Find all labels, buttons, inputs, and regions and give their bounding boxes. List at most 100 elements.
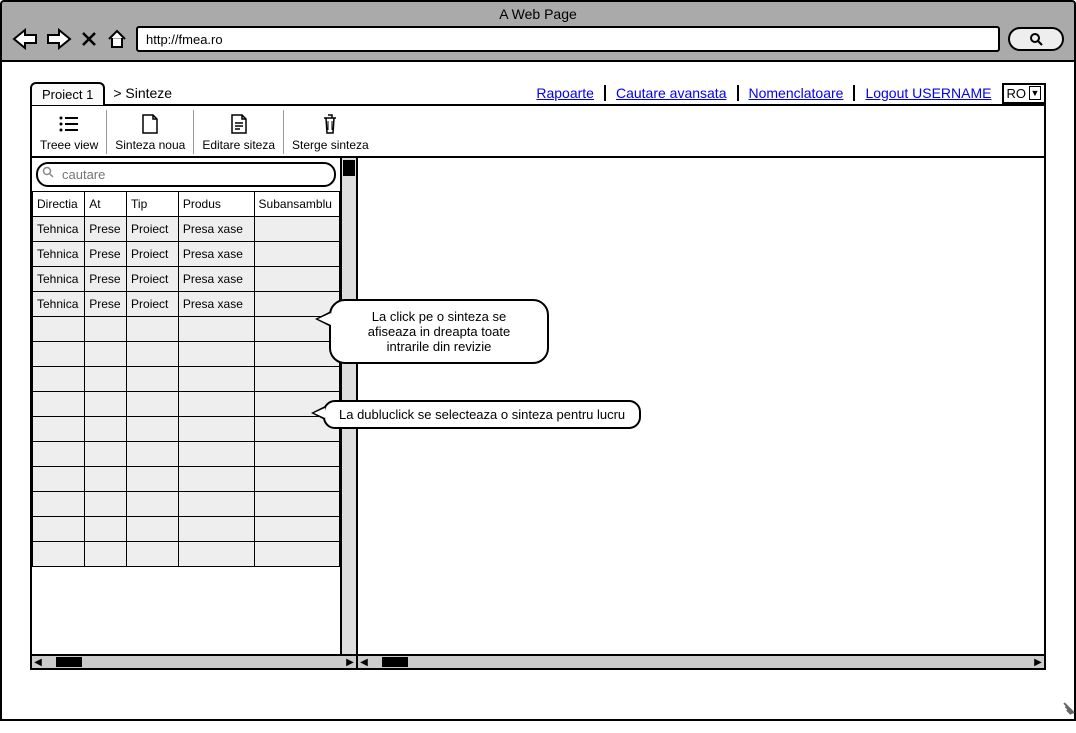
col-directia[interactable]: Directia: [33, 192, 85, 217]
cell-at: Prese: [85, 242, 127, 267]
browser-search-button[interactable]: [1008, 27, 1064, 51]
scroll-thumb[interactable]: [343, 160, 355, 176]
table-row-empty[interactable]: [33, 417, 340, 442]
cell-empty: [127, 392, 179, 417]
chevron-down-icon: ▼: [1029, 86, 1041, 100]
cell-empty: [178, 392, 254, 417]
file-edit-icon: [230, 112, 248, 136]
url-bar[interactable]: [136, 26, 1000, 52]
cell-empty: [127, 367, 179, 392]
cell-empty: [33, 542, 85, 567]
scroll-thumb[interactable]: [382, 657, 408, 667]
cell-empty: [178, 492, 254, 517]
cell-empty: [127, 467, 179, 492]
cell-empty: [254, 492, 339, 517]
cell-subansamblu: [254, 267, 339, 292]
col-produs[interactable]: Produs: [178, 192, 254, 217]
table-row[interactable]: TehnicaPreseProiectPresa xase: [33, 242, 340, 267]
table-row-empty[interactable]: [33, 317, 340, 342]
horizontal-scrollbar-right[interactable]: ◀ ▶: [358, 654, 1044, 668]
scroll-left-icon: ◀: [32, 657, 44, 668]
cell-empty: [178, 417, 254, 442]
cell-empty: [85, 467, 127, 492]
table-row[interactable]: TehnicaPreseProiectPresa xase: [33, 267, 340, 292]
cell-subansamblu: [254, 242, 339, 267]
col-at[interactable]: At: [85, 192, 127, 217]
separator: [604, 85, 606, 101]
table-row-empty[interactable]: [33, 342, 340, 367]
cell-empty: [33, 492, 85, 517]
table-row-empty[interactable]: [33, 392, 340, 417]
stop-button[interactable]: [80, 30, 98, 48]
toolbar: Treee view Sinteza noua Editare siteza S…: [32, 106, 1044, 158]
language-value: RO: [1007, 86, 1027, 101]
cell-directia: Tehnica: [33, 217, 85, 242]
table-header-row: Directia At Tip Produs Subansamblu: [33, 192, 340, 217]
main-panel: Treee view Sinteza noua Editare siteza S…: [30, 104, 1046, 670]
link-logout[interactable]: Logout USERNAME: [865, 85, 991, 101]
cell-empty: [85, 417, 127, 442]
editare-sinteza-button[interactable]: Editare siteza: [194, 110, 284, 154]
cell-produs: Presa xase: [178, 242, 254, 267]
resize-grip-icon: [1056, 701, 1070, 715]
cell-empty: [85, 517, 127, 542]
cell-at: Prese: [85, 217, 127, 242]
table-row-empty[interactable]: [33, 442, 340, 467]
cell-empty: [85, 392, 127, 417]
sterge-sinteza-button[interactable]: Sterge sinteza: [284, 110, 377, 154]
col-tip[interactable]: Tip: [127, 192, 179, 217]
language-select[interactable]: RO ▼: [1002, 83, 1047, 104]
cell-empty: [178, 542, 254, 567]
link-nomenclatoare[interactable]: Nomenclatoare: [749, 85, 844, 101]
cell-empty: [85, 342, 127, 367]
cell-empty: [127, 442, 179, 467]
table-row-empty[interactable]: [33, 467, 340, 492]
cell-empty: [254, 517, 339, 542]
cell-empty: [127, 542, 179, 567]
tree-view-button[interactable]: Treee view: [32, 110, 107, 154]
scroll-thumb[interactable]: [56, 657, 82, 667]
list-icon: [58, 112, 80, 136]
cell-empty: [127, 317, 179, 342]
cell-empty: [127, 342, 179, 367]
table-row-empty[interactable]: [33, 542, 340, 567]
breadcrumb: > Sinteze: [113, 85, 172, 101]
cell-at: Prese: [85, 267, 127, 292]
cell-empty: [33, 317, 85, 342]
cell-subansamblu: [254, 217, 339, 242]
cell-empty: [254, 467, 339, 492]
tab-project[interactable]: Proiect 1: [30, 82, 105, 105]
table-row-empty[interactable]: [33, 517, 340, 542]
table-row-empty[interactable]: [33, 367, 340, 392]
home-button[interactable]: [106, 28, 128, 50]
cell-empty: [254, 442, 339, 467]
callout-click-text: La click pe o sinteza se afiseaza in dre…: [368, 309, 510, 354]
cell-empty: [85, 442, 127, 467]
cell-empty: [85, 542, 127, 567]
col-subansamblu[interactable]: Subansamblu: [254, 192, 339, 217]
cell-at: Prese: [85, 292, 127, 317]
link-rapoarte[interactable]: Rapoarte: [536, 85, 594, 101]
table-body: TehnicaPreseProiectPresa xaseTehnicaPres…: [33, 217, 340, 567]
horizontal-scrollbar-left[interactable]: ◀ ▶: [32, 654, 356, 668]
search-input[interactable]: [36, 162, 336, 187]
cell-empty: [178, 367, 254, 392]
cell-tip: Proiect: [127, 242, 179, 267]
page-title: A Web Page: [2, 2, 1074, 26]
top-nav: Proiect 1 > Sinteze Rapoarte Cautare ava…: [30, 80, 1046, 106]
page-body: Proiect 1 > Sinteze Rapoarte Cautare ava…: [0, 62, 1076, 721]
table-row[interactable]: TehnicaPreseProiectPresa xase: [33, 292, 340, 317]
table-row-empty[interactable]: [33, 492, 340, 517]
sinteza-noua-label: Sinteza noua: [115, 138, 185, 152]
table-row[interactable]: TehnicaPreseProiectPresa xase: [33, 217, 340, 242]
cell-produs: Presa xase: [178, 267, 254, 292]
back-button[interactable]: [12, 28, 38, 50]
cell-empty: [33, 517, 85, 542]
cell-empty: [33, 367, 85, 392]
forward-button[interactable]: [46, 28, 72, 50]
breadcrumb-current: Sinteze: [125, 85, 172, 101]
sinteza-noua-button[interactable]: Sinteza noua: [107, 110, 194, 154]
scroll-left-icon: ◀: [358, 657, 370, 668]
cell-directia: Tehnica: [33, 267, 85, 292]
link-cautare-avansata[interactable]: Cautare avansata: [616, 85, 727, 101]
